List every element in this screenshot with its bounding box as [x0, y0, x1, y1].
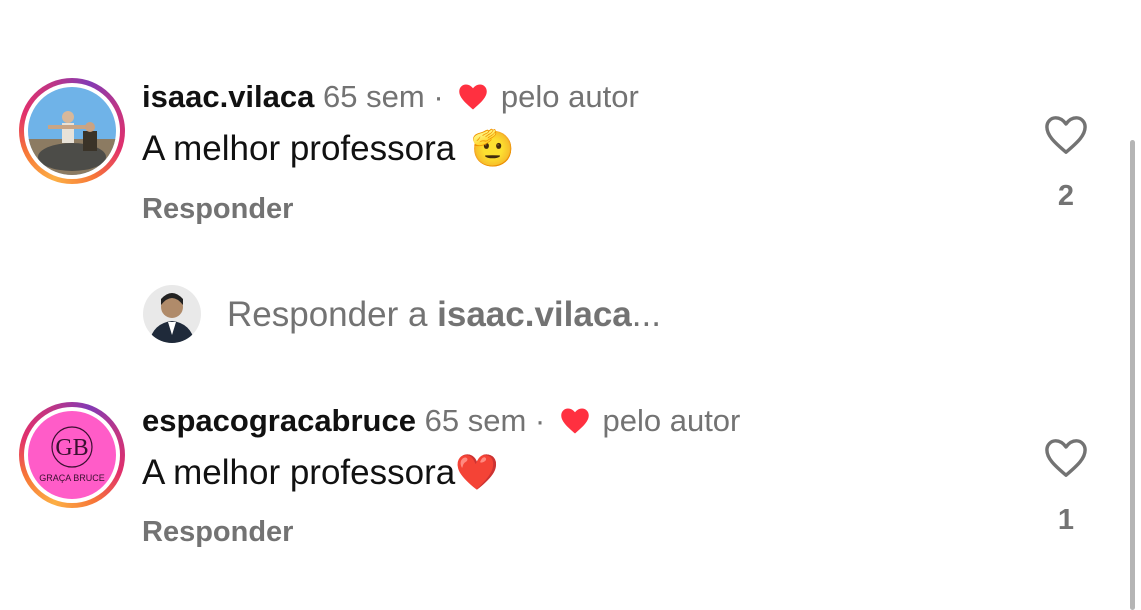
like-button[interactable] [1043, 114, 1089, 161]
heart-outline-icon [1045, 116, 1087, 154]
reply-composer[interactable]: Responder a isaac.vilaca... [143, 285, 843, 345]
liked-by-author-label: pelo autor [602, 403, 741, 438]
logo-text: GRAÇA BRUCE [39, 473, 105, 483]
red-heart-icon: ❤️ [455, 453, 499, 492]
logo-monogram: GB [55, 435, 88, 461]
scrollbar[interactable] [1130, 140, 1135, 610]
reply-prefix: Responder a [227, 295, 428, 334]
user-photo-icon [143, 285, 201, 343]
reply-button[interactable]: Responder [142, 193, 293, 226]
comment-text: A melhor professora [142, 453, 456, 492]
comment-text: A melhor professora [142, 129, 456, 168]
comment-item: GB GRAÇA BRUCE espacogracabruce 65 sem ·… [0, 380, 1141, 600]
author-heart-icon [458, 82, 488, 120]
reply-button[interactable]: Responder [142, 516, 293, 549]
avatar-logo-icon: GB GRAÇA BRUCE [28, 411, 116, 499]
avatar[interactable] [19, 78, 125, 184]
like-button[interactable] [1043, 437, 1089, 484]
like-count: 2 [1057, 180, 1075, 212]
author-heart-icon [560, 406, 590, 444]
comment-username[interactable]: espacogracabruce [142, 403, 416, 438]
like-count: 1 [1057, 504, 1075, 536]
reply-target-username: isaac.vilaca [437, 295, 632, 334]
avatar[interactable]: GB GRAÇA BRUCE [19, 402, 125, 508]
liked-by-author-label: pelo autor [500, 79, 639, 114]
meta-separator: · [534, 403, 546, 438]
meta-separator: · [433, 79, 444, 114]
comment-time: 65 sem [424, 403, 527, 438]
heart-outline-icon [1045, 439, 1087, 477]
reply-ellipsis: ... [631, 295, 661, 334]
comment-item: isaac.vilaca 65 sem · pelo autor A melho… [0, 0, 1141, 260]
current-user-avatar [143, 285, 201, 343]
comment-time: 65 sem [323, 79, 425, 114]
comment-username[interactable]: isaac.vilaca [142, 79, 314, 114]
avatar-photo-icon [28, 87, 116, 175]
saluting-face-icon: 🫡 [470, 129, 515, 168]
